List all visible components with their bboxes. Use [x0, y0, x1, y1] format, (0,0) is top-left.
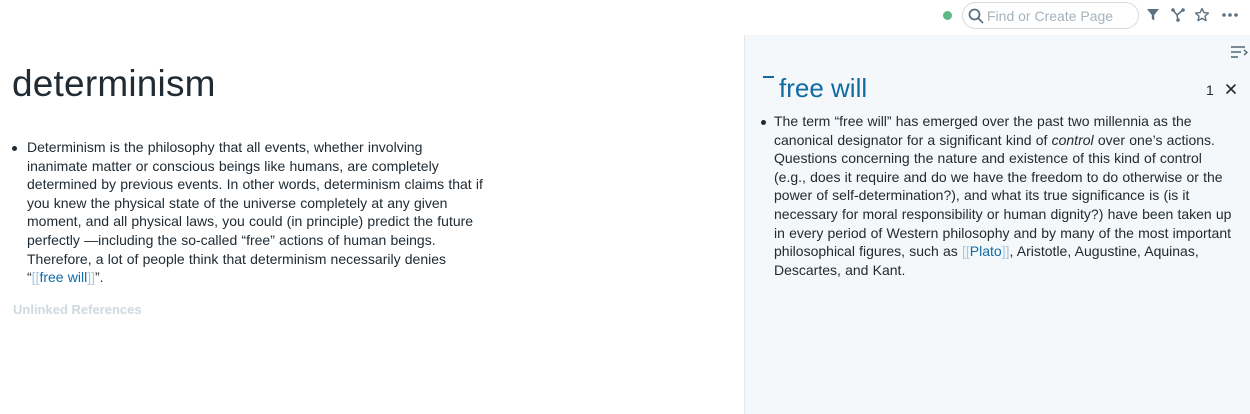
sidebar-page-title[interactable]: free will	[779, 73, 867, 104]
sidebar-text-part2: over one’s actions. Questions concerning…	[774, 131, 1232, 260]
right-sidebar: free will 1 The term “free will” has eme…	[744, 35, 1250, 414]
graph-icon[interactable]	[1169, 6, 1187, 24]
search-icon	[968, 8, 984, 24]
sidebar-block[interactable]: The term “free will” has emerged over th…	[759, 112, 1235, 279]
search-box[interactable]	[962, 2, 1139, 29]
top-bar	[0, 0, 1250, 35]
page-title[interactable]: determinism	[12, 63, 216, 105]
sync-status-dot	[943, 11, 952, 20]
star-icon[interactable]	[1193, 6, 1211, 24]
page-ref-plato[interactable]: Plato	[970, 243, 1002, 259]
sidebar-collapse-icon[interactable]	[1230, 44, 1249, 62]
unlinked-references-toggle[interactable]: Unlinked References	[13, 302, 142, 317]
block-bullet[interactable]	[761, 120, 766, 125]
page-ref-open-bracket: [[	[961, 243, 970, 260]
more-icon[interactable]	[1221, 6, 1239, 24]
page-ref-close-bracket: ]]	[87, 269, 95, 286]
block-text[interactable]: Determinism is the philosophy that all e…	[27, 138, 485, 287]
close-icon[interactable]	[1225, 82, 1239, 96]
sidebar-text-italic: control	[1051, 131, 1094, 148]
block-text-before-link: Determinism is the philosophy that all e…	[27, 139, 483, 286]
block-bullet[interactable]	[12, 146, 17, 151]
filter-icon[interactable]	[1144, 6, 1162, 24]
page-ref-free-will[interactable]: free will	[39, 269, 87, 285]
main-block[interactable]: Determinism is the philosophy that all e…	[10, 138, 485, 287]
search-input[interactable]	[987, 6, 1132, 26]
sidebar-block-text[interactable]: The term “free will” has emerged over th…	[774, 112, 1235, 279]
collapse-minus-icon[interactable]	[763, 76, 774, 78]
block-text-after-link: ”.	[95, 269, 104, 286]
sidebar-item-count: 1	[1206, 82, 1214, 98]
